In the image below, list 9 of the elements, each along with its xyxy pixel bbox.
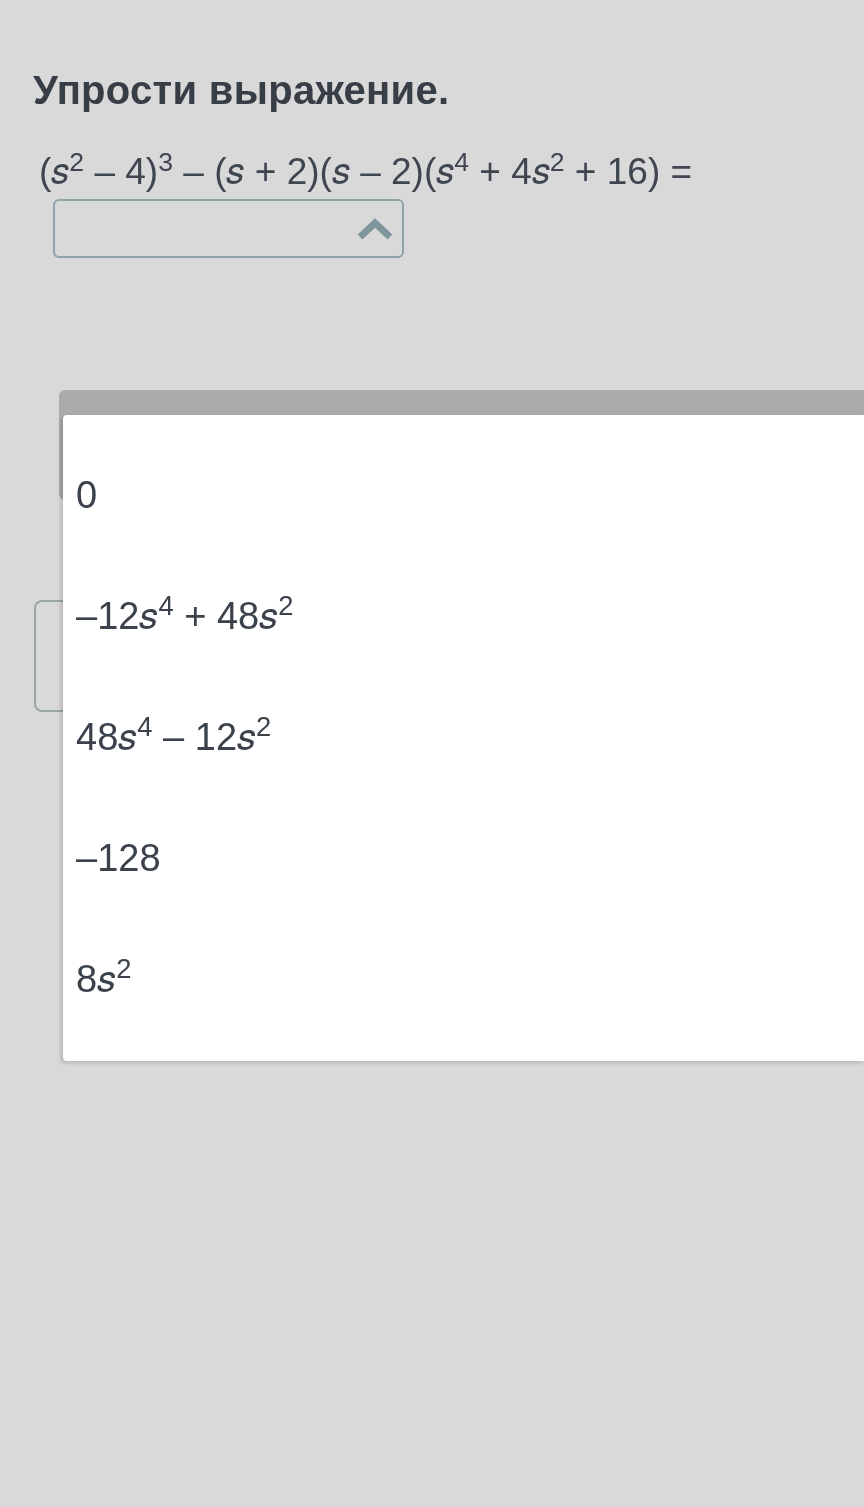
answer-dropdown[interactable] (53, 199, 404, 259)
chevron-up-icon (356, 216, 394, 241)
math-expression: (𝑠$^{2}$ – 4)$^{3}$ – (𝑠 + 2)(𝑠 – 2)(𝑠$^{4}$ + 4𝑠$^{2}$ + 16) = (39, 149, 694, 194)
option-item[interactable]: 0 (76, 467, 98, 524)
option-item[interactable]: 8𝑠$^{2}$ (76, 951, 132, 1008)
option-item[interactable]: 48𝑠$^{4}$ – 12𝑠$^{2}$ (76, 709, 272, 766)
task-title: Упрости выражение. (33, 68, 451, 113)
option-item[interactable]: –12𝑠$^{4}$ + 48𝑠$^{2}$ (76, 588, 294, 645)
option-item[interactable]: –128 (76, 830, 161, 887)
